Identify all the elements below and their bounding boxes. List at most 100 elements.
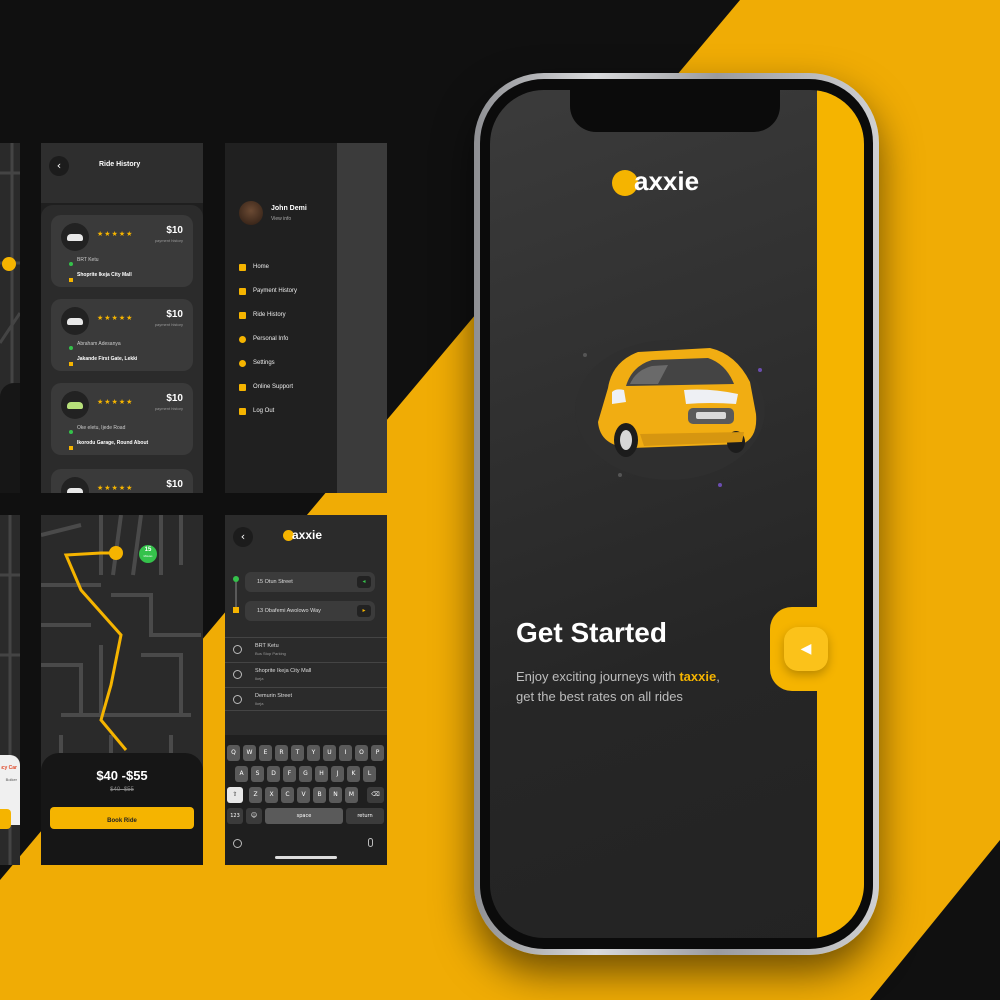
list-item[interactable]: BRT Ketu Bus Stop Parking [225,637,387,661]
user-name: John Demi [271,205,307,212]
key[interactable]: O [355,745,368,761]
ride-to: Shoprite Ikeja City Mall [77,272,132,278]
ride-from: BRT Ketu [77,257,99,263]
numbers-key[interactable]: 123 [227,808,243,824]
pickup-value: 15 Otun Street [257,579,293,585]
wallet-icon [239,288,246,295]
vehicle-label: Emergency Car [1,765,17,771]
return-key[interactable]: return [346,808,384,824]
pickup-field[interactable]: 15 Otun Street ◂ [245,572,375,592]
key[interactable]: U [323,745,336,761]
ride-to: Ikorodu Garage, Round About [77,440,149,446]
intro-line-2: get the best rates on all rides [516,689,683,704]
ride-card[interactable]: ★★★★★ $10 payment history BRT Ketu Shopr… [51,215,193,287]
destination-dot [69,362,73,366]
key[interactable]: C [281,787,294,803]
ride-card[interactable]: ★★★★★ $10 payment history Oke eletu, Ije… [51,383,193,455]
next-tab: ◀ [770,607,842,691]
car-icon [239,312,246,319]
go-icon[interactable]: ▸ [357,605,371,617]
ride-from: Abraham Adesanya [77,341,121,347]
eta-value: 15 [144,547,152,553]
key[interactable]: X [265,787,278,803]
rating-stars: ★★★★★ [97,398,134,406]
ride-price-sub: payment history [154,406,183,411]
intro-text: Enjoy exciting journeys with taxxie, get… [516,667,720,707]
list-item[interactable]: Shoprite Ikeja City Mall Ikeja [225,662,387,686]
key[interactable]: F [283,766,296,782]
key[interactable]: E [259,745,272,761]
list-item[interactable]: Demurin Street Ikeja [225,687,387,711]
origin-dot [69,430,73,434]
clock-icon [233,645,242,654]
key[interactable]: G [299,766,312,782]
back-button[interactable]: ‹ [233,527,253,547]
logout-icon [239,408,246,415]
ride-price-sub: payment history [154,322,183,327]
book-ride-button[interactable]: Book Ride [50,807,194,829]
backspace-key[interactable]: ⌫ [367,787,384,803]
eta-unit: Minutes [143,555,153,558]
accent-stripe [817,90,864,938]
key[interactable]: Y [307,745,320,761]
destination-dot [69,446,73,450]
taxi-car-illustration [575,340,765,487]
key[interactable]: P [371,745,384,761]
map-screen-top [0,143,20,493]
key[interactable]: R [275,745,288,761]
next-arrow-button[interactable]: ◀ [784,627,828,671]
ride-card[interactable]: ★★★★★ $10 payment history Abraham Adesan… [51,299,193,371]
back-button[interactable]: ‹ [49,156,69,176]
key[interactable]: K [347,766,360,782]
destination-field[interactable]: 13 Obafemi Awolowo Way ▸ [245,601,375,621]
logo-text: axxie [634,166,700,196]
ride-price-sub: payment history [154,238,183,243]
app-logo: axxie [612,166,732,202]
price-range: $40 -$55 [96,768,148,783]
key[interactable]: T [291,745,304,761]
old-price: $40 -$55 [110,787,134,793]
globe-icon[interactable] [233,839,242,848]
mic-icon[interactable] [368,838,373,847]
ride-card[interactable]: ★★★★★ $10 [51,469,193,493]
shift-key[interactable]: ⇧ [227,787,243,803]
key[interactable]: L [363,766,376,782]
menu-overlay [337,143,387,493]
map-location-dot [2,257,16,271]
key[interactable]: Z [249,787,262,803]
avatar[interactable] [239,201,263,225]
key[interactable]: M [345,787,358,803]
ride-price: $10 [166,393,183,404]
key[interactable]: V [297,787,310,803]
space-key[interactable]: space [265,808,343,824]
key[interactable]: Q [227,745,240,761]
phone-notch [570,88,780,132]
ride-history-screen: ‹ Ride History ★★★★★ $10 payment history… [41,143,203,493]
key[interactable]: B [313,787,326,803]
key[interactable]: W [243,745,256,761]
book-button-partial[interactable] [0,809,11,829]
vehicle-sub: Bolker [5,777,17,782]
key[interactable]: N [329,787,342,803]
ride-from: Oke eletu, Ijede Road [77,425,126,431]
locate-icon[interactable]: ◂ [357,576,371,588]
key[interactable]: H [315,766,328,782]
key[interactable]: A [235,766,248,782]
home-indicator [275,856,337,859]
key[interactable]: S [251,766,264,782]
logo-text: axxie [292,528,323,542]
key[interactable]: I [339,745,352,761]
destination-value: 13 Obafemi Awolowo Way [257,608,321,614]
car-icon [61,391,89,419]
ride-price: $10 [166,479,183,490]
key[interactable]: D [267,766,280,782]
emoji-key[interactable]: ☺ [246,808,262,824]
book-ride-label: Book Ride [107,818,137,824]
ride-to: Jakande First Gate, Lekki [77,356,138,362]
key[interactable]: J [331,766,344,782]
route-line [63,551,128,751]
destination-dot [69,278,73,282]
home-icon [239,264,246,271]
map-bottom-sheet [0,383,20,493]
origin-dot [69,262,73,266]
